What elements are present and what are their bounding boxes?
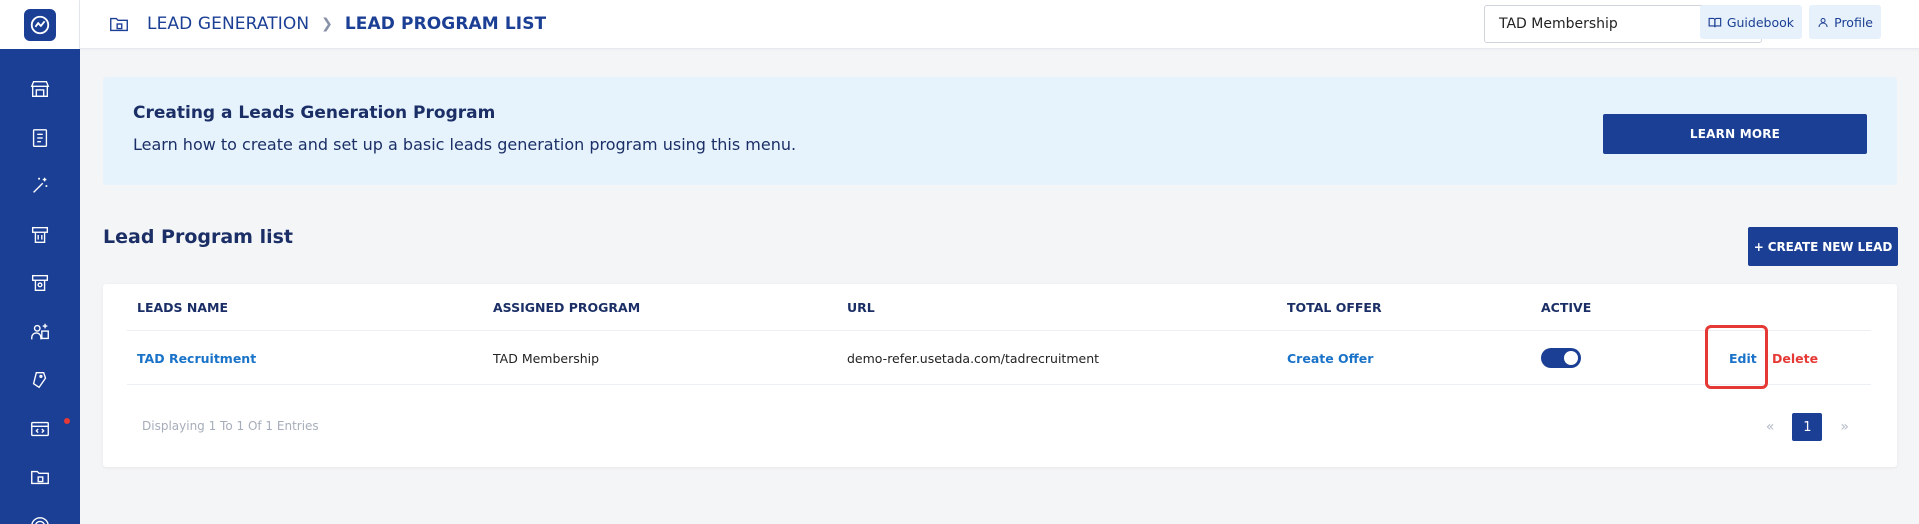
table-row: TAD Recruitment TAD Membership demo-refe… xyxy=(127,325,1871,389)
sidebar-item-documents[interactable] xyxy=(0,114,80,163)
learn-more-button[interactable]: LEARN MORE xyxy=(1603,114,1867,154)
pagination-prev-button[interactable]: « xyxy=(1766,419,1775,435)
document-icon xyxy=(32,128,48,147)
assigned-program-cell: TAD Membership xyxy=(493,350,600,366)
column-header-url[interactable]: URL xyxy=(847,284,875,330)
logo-container xyxy=(0,0,80,49)
column-header-total-offer[interactable]: TOTAL OFFER xyxy=(1287,284,1382,330)
sidebar-item-vouchers[interactable] xyxy=(0,259,80,308)
book-open-icon xyxy=(1708,17,1722,27)
sidebar-item-goals[interactable] xyxy=(0,502,80,524)
table-footer: Displaying 1 To 1 Of 1 Entries « 1 » xyxy=(103,386,1897,467)
user-icon xyxy=(1818,17,1828,27)
sidebar-nav xyxy=(0,49,80,524)
storefront-icon xyxy=(30,81,50,98)
guidebook-button[interactable]: Guidebook xyxy=(1700,5,1802,39)
entries-count-text: Displaying 1 To 1 Of 1 Entries xyxy=(142,419,319,433)
edit-link[interactable]: Edit xyxy=(1729,332,1757,384)
profile-button[interactable]: Profile xyxy=(1809,5,1881,39)
page-title: Lead Program list xyxy=(103,226,293,248)
toggle-knob xyxy=(1564,351,1578,365)
create-offer-link[interactable]: Create Offer xyxy=(1287,332,1373,384)
sidebar-item-tags[interactable] xyxy=(0,356,80,405)
ticket-icon xyxy=(31,226,49,243)
banner-text: Learn how to create and set up a basic l… xyxy=(133,135,797,154)
folder-icon xyxy=(31,471,49,485)
column-header-leads-name[interactable]: LEADS NAME xyxy=(137,284,228,330)
code-window-icon xyxy=(31,421,49,436)
guidebook-label: Guidebook xyxy=(1726,14,1794,30)
sidebar xyxy=(0,0,80,524)
active-cell xyxy=(1541,332,1581,384)
breadcrumb: LEAD GENERATION ❯ LEAD PROGRAM LIST xyxy=(108,0,546,48)
pagination-next-button[interactable]: » xyxy=(1840,419,1849,435)
url-cell: demo-refer.usetada.com/tadrecruitment xyxy=(847,350,1100,366)
delete-link[interactable]: Delete xyxy=(1772,332,1818,384)
create-new-lead-button[interactable]: + CREATE NEW LEAD xyxy=(1748,227,1898,266)
column-header-assigned-program[interactable]: ASSIGNED PROGRAM xyxy=(493,284,640,330)
sidebar-item-magic[interactable] xyxy=(0,162,80,211)
lead-name-link[interactable]: TAD Recruitment xyxy=(137,332,256,384)
breadcrumb-separator-icon: ❯ xyxy=(321,16,333,32)
magic-wand-icon xyxy=(33,178,48,194)
sidebar-item-tickets[interactable] xyxy=(0,211,80,260)
profile-label: Profile xyxy=(1834,14,1873,30)
target-icon xyxy=(31,516,49,524)
users-icon xyxy=(31,323,49,340)
sidebar-item-integrations[interactable] xyxy=(0,405,80,454)
sidebar-item-lead-generation[interactable] xyxy=(0,453,80,502)
sidebar-item-store[interactable] xyxy=(0,65,80,114)
tag-icon xyxy=(32,372,47,389)
breadcrumb-lead-program-list: LEAD PROGRAM LIST xyxy=(344,14,547,34)
info-banner: Creating a Leads Generation Program Lear… xyxy=(103,77,1897,185)
lead-program-table: LEADS NAME ASSIGNED PROGRAM URL TOTAL OF… xyxy=(103,284,1897,467)
banner-title: Creating a Leads Generation Program xyxy=(133,103,496,123)
app-logo-icon[interactable] xyxy=(23,8,56,41)
top-header: LEAD GENERATION ❯ LEAD PROGRAM LIST TAD … xyxy=(80,0,1919,49)
voucher-icon xyxy=(31,275,49,292)
column-header-active[interactable]: ACTIVE xyxy=(1541,284,1591,330)
active-toggle[interactable] xyxy=(1541,348,1581,368)
breadcrumb-lead-generation[interactable]: LEAD GENERATION xyxy=(147,14,309,34)
notification-dot xyxy=(64,417,70,424)
table-header: LEADS NAME ASSIGNED PROGRAM URL TOTAL OF… xyxy=(127,284,1871,331)
pagination: « 1 » xyxy=(1766,413,1849,441)
program-select-value: TAD Membership xyxy=(1499,16,1618,32)
folder-home-icon[interactable] xyxy=(108,13,130,35)
sidebar-item-members[interactable] xyxy=(0,308,80,357)
pagination-page-current[interactable]: 1 xyxy=(1792,413,1823,441)
